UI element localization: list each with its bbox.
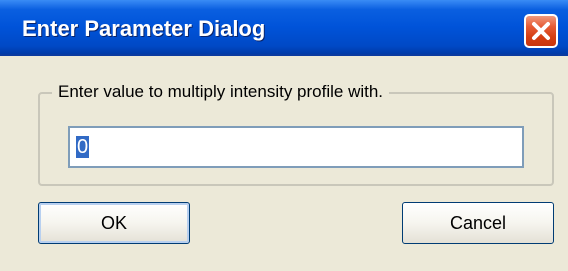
value-input[interactable]: 0 <box>68 126 524 168</box>
dialog-bottom-edge <box>0 264 568 271</box>
parameter-groupbox: Enter value to multiply intensity profil… <box>38 81 554 186</box>
title-bar[interactable]: Enter Parameter Dialog <box>0 0 568 56</box>
parameter-dialog: Enter Parameter Dialog Enter value to mu… <box>0 0 568 271</box>
close-icon <box>532 22 550 40</box>
parameter-label: Enter value to multiply intensity profil… <box>52 81 390 103</box>
selected-value-text: 0 <box>76 136 90 158</box>
ok-button[interactable]: OK <box>38 202 190 244</box>
dialog-title: Enter Parameter Dialog <box>22 16 266 41</box>
cancel-button[interactable]: Cancel <box>402 202 554 244</box>
dialog-content: Enter value to multiply intensity profil… <box>0 56 568 271</box>
close-button[interactable] <box>524 14 558 48</box>
